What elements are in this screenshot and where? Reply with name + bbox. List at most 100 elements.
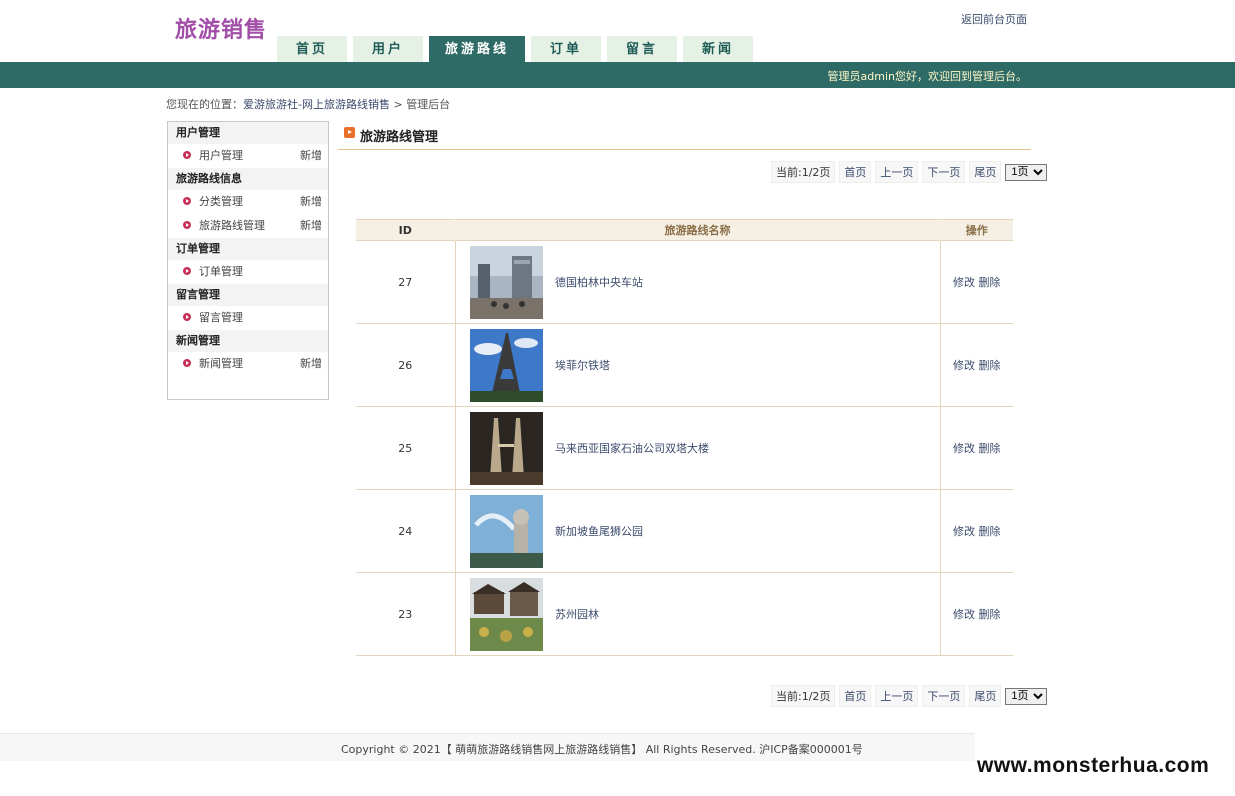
edit-link[interactable]: 修改 [953,608,975,621]
breadcrumb-prefix: 您现在的位置： [166,98,243,111]
table-row: 27 德国柏林中央车站 修改 删除 [356,240,1013,324]
bullet-arrow-icon [183,267,191,275]
sidebar-item-label[interactable]: 分类管理 [199,195,243,208]
page-title: 旅游路线管理 [360,130,439,145]
breadcrumb-separator: > [393,98,403,111]
prev-page-link[interactable]: 上一页 [875,685,919,707]
bullet-arrow-icon [183,313,191,321]
bullet-arrow-icon [183,359,191,367]
edit-link[interactable]: 修改 [953,442,975,455]
sidebar-item-label[interactable]: 留言管理 [199,311,243,324]
row-id: 26 [356,323,456,407]
tab-news[interactable]: 新闻 [683,36,753,62]
edit-link[interactable]: 修改 [953,276,975,289]
pagination-top: 当前:1/2页 首页 上一页 下一页 尾页 1页 [771,161,1048,183]
section-header: 旅游路线管理 [338,122,1031,150]
sidebar-item-label[interactable]: 旅游路线管理 [199,219,265,232]
welcome-text: 管理员admin您好，欢迎回到管理后台。 [827,70,1027,83]
sidebar-item-label[interactable]: 订单管理 [199,265,243,278]
sidebar-add-news-link[interactable]: 新增 [300,352,322,376]
sidebar: 用户管理 用户管理 新增 旅游路线信息 分类管理 新增 旅游路线管理 新增 订单… [167,121,329,400]
row-id: 25 [356,406,456,490]
route-table: ID 旅游路线名称 操作 27 德国柏林中央车站 修改 删除 26 埃菲尔铁塔 … [356,219,1013,656]
site-logo[interactable]: 旅游销售 [175,12,267,44]
sidebar-group-messages: 留言管理 [168,284,328,306]
bullet-arrow-icon [183,221,191,229]
main-nav: 首页 用户 旅游路线 订单 留言 新闻 [277,36,753,62]
page-select[interactable]: 1页 [1005,163,1048,181]
row-id: 23 [356,572,456,656]
pagination-bottom: 当前:1/2页 首页 上一页 下一页 尾页 1页 [771,685,1048,707]
sidebar-group-users: 用户管理 [168,122,328,144]
sidebar-item-order-manage[interactable]: 订单管理 [168,260,328,284]
delete-link[interactable]: 删除 [979,442,1001,455]
route-name-link[interactable]: 新加坡鱼尾狮公园 [555,523,643,539]
sidebar-item-message-manage[interactable]: 留言管理 [168,306,328,330]
top-bar: 管理员admin您好，欢迎回到管理后台。 [0,62,1235,88]
breadcrumb: 您现在的位置：爱游旅游社-网上旅游路线销售 > 管理后台 [166,96,450,112]
route-thumbnail[interactable] [469,494,543,568]
breadcrumb-site-link[interactable]: 爱游旅游社-网上旅游路线销售 [243,98,390,111]
first-page-link[interactable]: 首页 [839,685,872,707]
column-header-name: 旅游路线名称 [455,219,941,241]
sidebar-add-category-link[interactable]: 新增 [300,190,322,214]
edit-link[interactable]: 修改 [953,359,975,372]
footer: Copyright © 2021【 萌萌旅游路线销售网上旅游路线销售】 All … [0,733,975,761]
copyright-text: Copyright © 2021【 萌萌旅游路线销售网上旅游路线销售】 All … [341,743,863,756]
breadcrumb-current: 管理后台 [406,98,451,111]
page-select[interactable]: 1页 [1005,687,1048,705]
sidebar-item-news-manage[interactable]: 新闻管理 新增 [168,352,328,376]
back-to-frontend-link[interactable]: 返回前台页面 [961,11,1027,27]
table-row: 26 埃菲尔铁塔 修改 删除 [356,323,1013,407]
route-thumbnail[interactable] [469,411,543,485]
last-page-link[interactable]: 尾页 [969,685,1002,707]
delete-link[interactable]: 删除 [979,608,1001,621]
sidebar-item-label[interactable]: 新闻管理 [199,357,243,370]
column-header-actions: 操作 [940,219,1013,241]
sidebar-add-route-link[interactable]: 新增 [300,214,322,238]
delete-link[interactable]: 删除 [979,359,1001,372]
table-row: 25 马来西亚国家石油公司双塔大楼 修改 删除 [356,406,1013,490]
page-status: 当前:1/2页 [771,685,836,707]
tab-messages[interactable]: 留言 [607,36,677,62]
route-name-link[interactable]: 德国柏林中央车站 [555,274,643,290]
row-id: 27 [356,240,456,324]
sidebar-item-category-manage[interactable]: 分类管理 新增 [168,190,328,214]
route-thumbnail[interactable] [469,577,543,651]
first-page-link[interactable]: 首页 [839,161,872,183]
row-id: 24 [356,489,456,573]
bullet-arrow-icon [183,197,191,205]
sidebar-item-label[interactable]: 用户管理 [199,149,243,162]
sidebar-item-route-manage[interactable]: 旅游路线管理 新增 [168,214,328,238]
header: 旅游销售 返回前台页面 首页 用户 旅游路线 订单 留言 新闻 [0,0,1235,62]
tab-home[interactable]: 首页 [277,36,347,62]
sidebar-group-orders: 订单管理 [168,238,328,260]
delete-link[interactable]: 删除 [979,276,1001,289]
bullet-arrow-icon [183,151,191,159]
route-name-link[interactable]: 马来西亚国家石油公司双塔大楼 [555,440,709,456]
arrow-square-icon [344,127,355,138]
next-page-link[interactable]: 下一页 [922,161,966,183]
tab-routes[interactable]: 旅游路线 [429,36,525,62]
edit-link[interactable]: 修改 [953,525,975,538]
table-row: 23 苏州园林 修改 删除 [356,572,1013,656]
sidebar-group-news: 新闻管理 [168,330,328,352]
route-thumbnail[interactable] [469,245,543,319]
sidebar-group-routes: 旅游路线信息 [168,168,328,190]
route-name-link[interactable]: 埃菲尔铁塔 [555,357,610,373]
tab-users[interactable]: 用户 [353,36,423,62]
table-row: 24 新加坡鱼尾狮公园 修改 删除 [356,489,1013,573]
column-header-id: ID [356,219,456,241]
last-page-link[interactable]: 尾页 [969,161,1002,183]
page-status: 当前:1/2页 [771,161,836,183]
route-name-link[interactable]: 苏州园林 [555,606,599,622]
watermark-text: www.monsterhua.com [977,754,1210,777]
sidebar-item-user-manage[interactable]: 用户管理 新增 [168,144,328,168]
sidebar-add-user-link[interactable]: 新增 [300,144,322,168]
route-thumbnail[interactable] [469,328,543,402]
prev-page-link[interactable]: 上一页 [875,161,919,183]
table-header-row: ID 旅游路线名称 操作 [356,219,1013,241]
delete-link[interactable]: 删除 [979,525,1001,538]
next-page-link[interactable]: 下一页 [922,685,966,707]
tab-orders[interactable]: 订单 [531,36,601,62]
